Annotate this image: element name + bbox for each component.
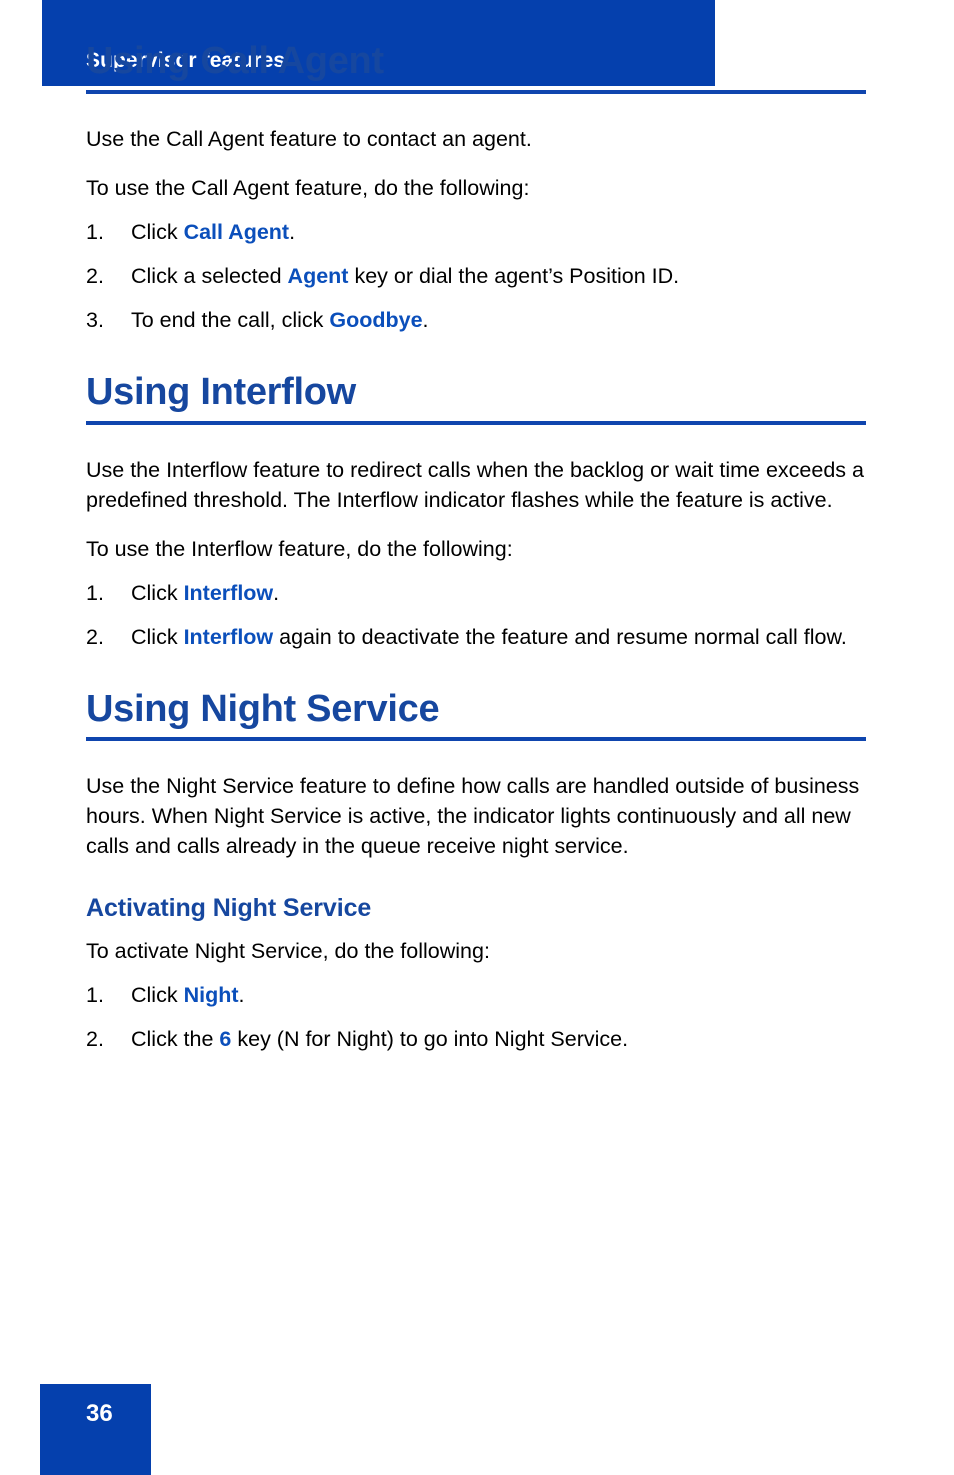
heading-using-night-service: Using Night Service	[86, 687, 440, 730]
paragraph-call-agent-intro: Use the Call Agent feature to contact an…	[86, 126, 532, 151]
list-item-text-pre: To end the call, click	[131, 307, 330, 332]
list-item: 1. Click Interflow.	[86, 578, 868, 608]
page-content: Using Call Agent Use the Call Agent feat…	[86, 0, 868, 1054]
list-item-text-pre: Click	[131, 982, 184, 1007]
list-item-keyword: Goodbye	[329, 307, 423, 332]
heading-activating-night-service: Activating Night Service	[86, 894, 372, 923]
list-item: 1. Click Night.	[86, 980, 868, 1010]
list-item-keyword: Call Agent	[183, 219, 290, 244]
list-item-number: 1.	[86, 580, 104, 605]
list-item-text-post: key or dial the agent’s Position ID.	[348, 263, 680, 288]
list-item-keyword: 6	[219, 1026, 232, 1051]
list-item-text-pre: Click	[131, 219, 184, 244]
list-item-number: 2.	[86, 624, 104, 649]
list-item: 1. Click Call Agent.	[86, 217, 868, 247]
list-item-text-pre: Click the	[131, 1026, 220, 1051]
list-interflow-steps: 1. Click Interflow. 2. Click Interflow aga…	[86, 578, 868, 652]
section-call-agent: Using Call Agent	[86, 42, 868, 94]
list-item: 2. Click a selected Agent key or dial the…	[86, 261, 868, 291]
list-item-number: 2.	[86, 263, 104, 288]
paragraph-interflow-leadin: To use the Interflow feature, do the fol…	[86, 536, 513, 561]
list-item-text-post: .	[422, 307, 429, 332]
list-item-text-post: .	[238, 982, 245, 1007]
heading-using-interflow: Using Interflow	[86, 370, 356, 413]
list-item-number: 1.	[86, 219, 104, 244]
list-activating-night-service-steps: 1. Click Night. 2. Click the 6 key (N for …	[86, 980, 868, 1054]
paragraph-interflow-intro: Use the Interflow feature to redirect ca…	[86, 457, 864, 512]
list-item-number: 1.	[86, 982, 104, 1007]
list-item-keyword: Night	[183, 982, 239, 1007]
list-item-text-post: .	[273, 580, 280, 605]
list-item-number: 2.	[86, 1026, 104, 1051]
page-footer-band: 36	[40, 1384, 151, 1475]
heading-using-call-agent: Using Call Agent	[86, 40, 384, 82]
list-item-text-pre: Click a selected	[131, 263, 288, 288]
page-number: 36	[86, 1400, 113, 1427]
paragraph-call-agent-leadin: To use the Call Agent feature, do the fo…	[86, 175, 530, 200]
list-item-text-post: key (N for Night) to go into Night Servi…	[231, 1026, 629, 1051]
list-call-agent-steps: 1. Click Call Agent. 2. Click a selected A…	[86, 217, 868, 335]
list-item-number: 3.	[86, 307, 104, 332]
list-item-keyword: Interflow	[183, 624, 274, 649]
list-item-text-pre: Click	[131, 624, 184, 649]
list-item-text-post: again to deactivate the feature and resu…	[273, 624, 847, 649]
section-interflow: Using Interflow	[86, 370, 868, 425]
list-item-text-pre: Click	[131, 580, 184, 605]
list-item-keyword: Agent	[287, 263, 349, 288]
list-item-text-post: .	[289, 219, 296, 244]
list-item-keyword: Interflow	[183, 580, 274, 605]
paragraph-night-service-intro: Use the Night Service feature to define …	[86, 774, 860, 859]
paragraph-activating-leadin: To activate Night Service, do the follow…	[86, 938, 490, 963]
section-night-service: Using Night Service	[86, 687, 868, 742]
list-item: 2. Click Interflow again to deactivate th…	[86, 622, 868, 652]
list-item: 3. To end the call, click Goodbye.	[86, 305, 868, 335]
list-item: 2. Click the 6 key (N for Night) to go in…	[86, 1024, 868, 1054]
